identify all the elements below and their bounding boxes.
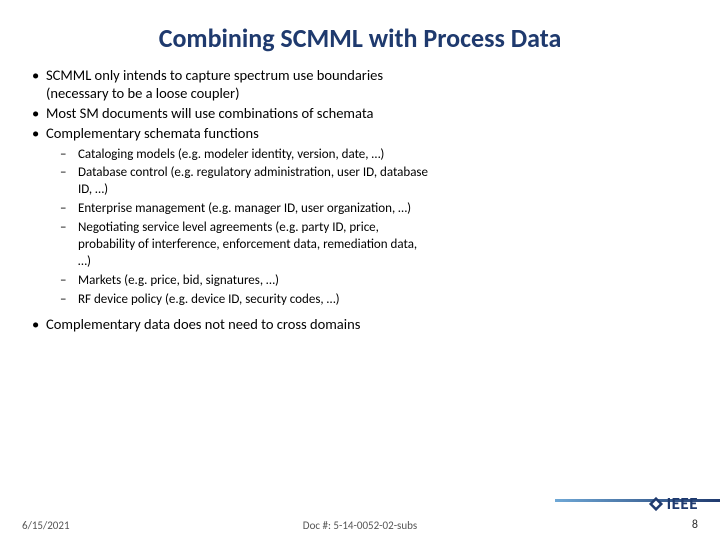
footer-docnum: Doc #: 5-14-0052-02-subs bbox=[247, 519, 472, 532]
content-area: SCMML only intends to capture spectrum u… bbox=[0, 66, 720, 333]
list-item: Complementary schemata functions bbox=[30, 124, 430, 142]
sub-list: Cataloging models (e.g. modeler identity… bbox=[30, 147, 690, 309]
footer: 6/15/2021 Doc #: 5-14-0052-02-subs 8 bbox=[0, 518, 720, 532]
list-item: Cataloging models (e.g. modeler identity… bbox=[30, 147, 430, 164]
footer-page: 8 bbox=[473, 518, 698, 532]
list-item: Most SM documents will use combinations … bbox=[30, 104, 430, 122]
list-item: Enterprise management (e.g. manager ID, … bbox=[30, 201, 430, 218]
list-item: Database control (e.g. regulatory admini… bbox=[30, 165, 430, 199]
footer-date: 6/15/2021 bbox=[22, 519, 247, 532]
list-item: Complementary data does not need to cros… bbox=[30, 315, 430, 333]
ieee-logo: IEEE bbox=[647, 493, 698, 514]
page-title: Combining SCMML with Process Data bbox=[0, 0, 720, 66]
list-item: RF device policy (e.g. device ID, securi… bbox=[30, 292, 430, 309]
list-item: SCMML only intends to capture spectrum u… bbox=[30, 66, 430, 102]
logo-text: IEEE bbox=[667, 493, 698, 514]
list-item: Negotiating service level agreements (e.… bbox=[30, 220, 430, 271]
diamond-icon bbox=[647, 495, 665, 513]
list-item: Markets (e.g. price, bid, signatures, …) bbox=[30, 273, 430, 290]
